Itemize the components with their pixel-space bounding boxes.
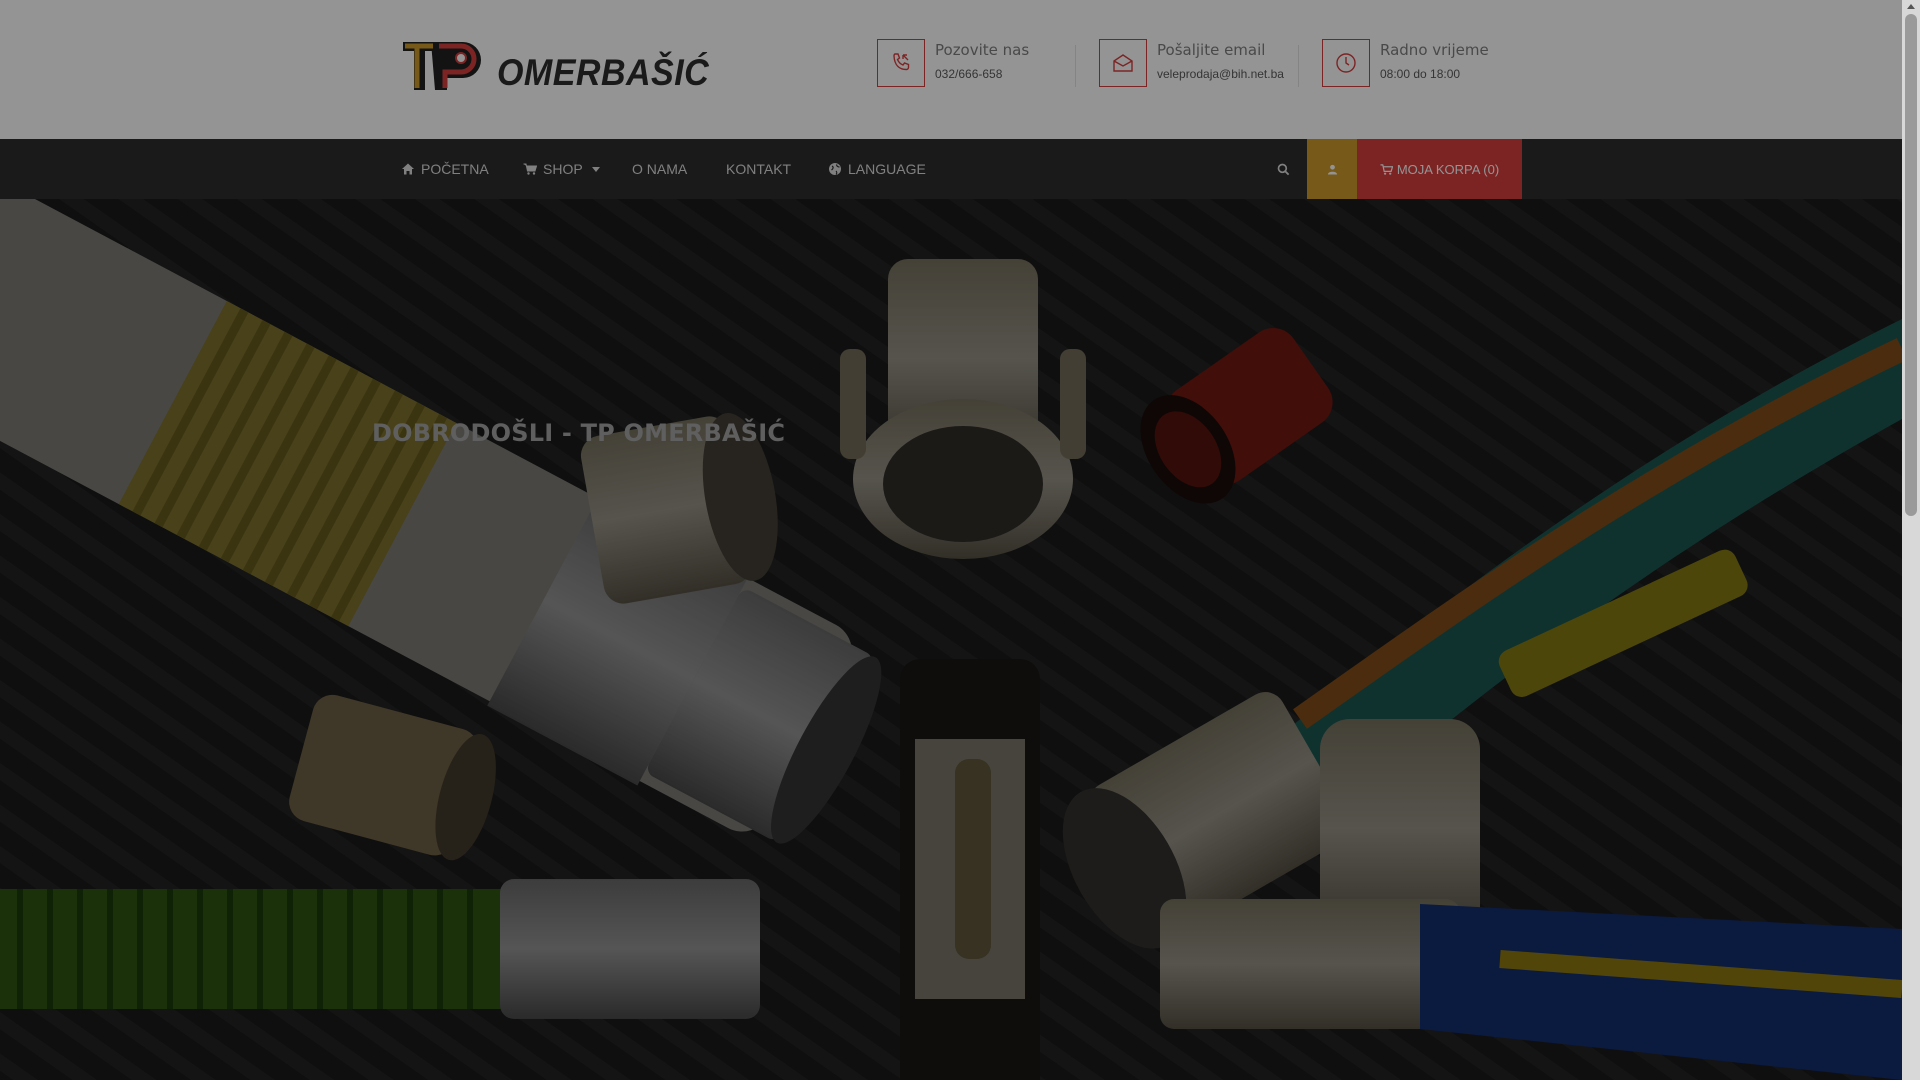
divider (1298, 45, 1299, 87)
contact-value: 08:00 do 18:00 (1380, 67, 1461, 81)
phone-icon (877, 39, 925, 87)
nav-item-contact[interactable]: KONTAKT (726, 139, 791, 199)
divider (1075, 45, 1076, 87)
contact-title: Pozovite nas (935, 41, 1030, 59)
clock-icon (1322, 39, 1370, 87)
user-account-button[interactable] (1307, 139, 1357, 199)
vertical-scrollbar[interactable] (1902, 0, 1920, 1080)
hero-overlay (0, 199, 1902, 1080)
logo-text: OMERBAŠIĆ (497, 52, 710, 93)
home-icon (402, 163, 414, 175)
globe-icon (829, 163, 841, 175)
contact-value: veleprodaja@bih.net.ba (1157, 67, 1284, 81)
contact-title: Pošaljite email (1157, 41, 1266, 59)
cart-icon (1380, 163, 1393, 175)
search-button[interactable] (1264, 139, 1302, 199)
scroll-thumb[interactable] (1905, 14, 1917, 516)
nav-label: POČETNA (421, 161, 489, 177)
nav-item-about[interactable]: O NAMA (632, 139, 687, 199)
chevron-down-icon (591, 166, 600, 172)
hero-banner: DOBRODOŠLI - TP OMERBAŠIĆ (0, 199, 1902, 1080)
top-header: OMERBAŠIĆ Pozovite nas 032/666-658 Pošal… (0, 0, 1902, 139)
cart-button[interactable]: MOJA KORPA (0) (1357, 139, 1522, 199)
nav-label: O NAMA (632, 161, 688, 177)
contact-value: 032/666-658 (935, 67, 1003, 81)
nav-label: SHOP (543, 161, 583, 177)
contact-title: Radno vrijeme (1380, 41, 1489, 59)
nav-item-language[interactable]: LANGUAGE (828, 139, 926, 199)
nav-label: LANGUAGE (848, 161, 926, 177)
scroll-up-icon[interactable] (1907, 4, 1915, 9)
user-icon (1327, 164, 1337, 175)
site-logo[interactable]: OMERBAŠIĆ (401, 38, 709, 96)
nav-item-home[interactable]: POČETNA (401, 139, 489, 199)
hero-title: DOBRODOŠLI - TP OMERBAŠIĆ (372, 419, 786, 447)
cart-label: MOJA KORPA (0) (1396, 161, 1500, 177)
cart-icon (523, 163, 537, 175)
search-icon (1277, 163, 1289, 175)
envelope-icon (1099, 39, 1147, 87)
nav-label: KONTAKT (726, 161, 792, 177)
main-navbar: POČETNA SHOP O NAMA KONTAKT LANGUAGE MOJ… (0, 139, 1902, 199)
nav-item-shop[interactable]: SHOP (523, 139, 600, 199)
